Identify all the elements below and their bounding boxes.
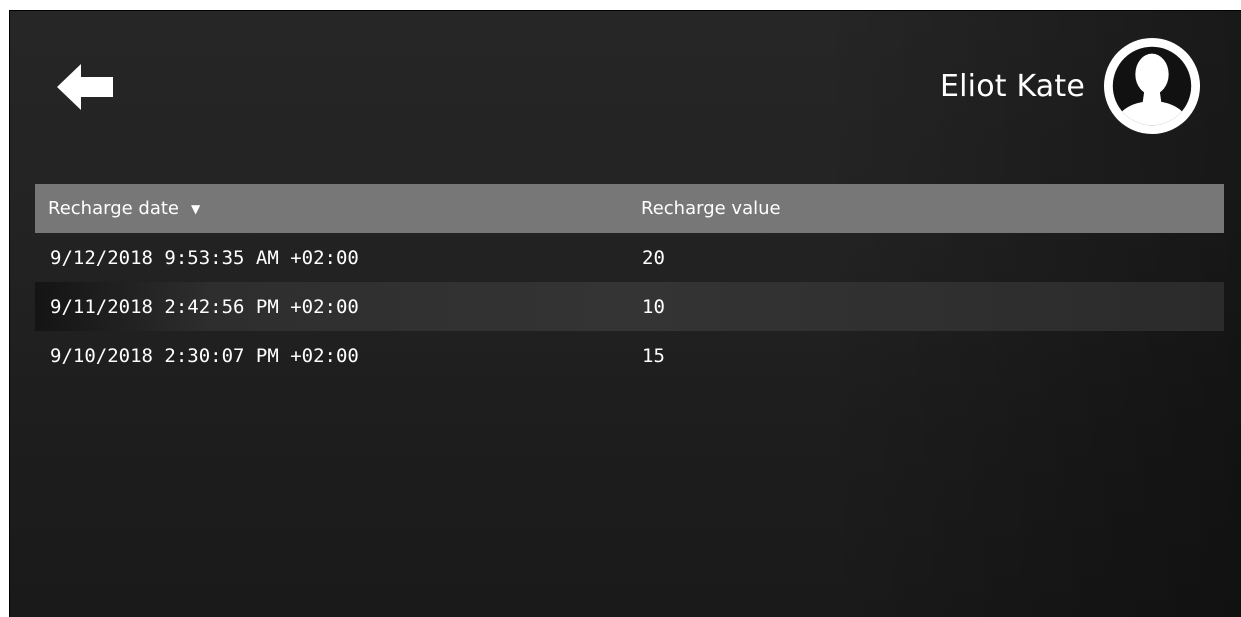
column-label: Recharge date (48, 198, 180, 219)
recharge-table: Recharge date ▼ Recharge value 9/12/2018… (35, 184, 1224, 380)
column-header-recharge-value[interactable]: Recharge value (631, 198, 1224, 219)
table-row[interactable]: 9/12/2018 9:53:35 AM +02:00 20 (35, 233, 1224, 282)
arrow-left-icon (57, 64, 113, 110)
table-row[interactable]: 9/10/2018 2:30:07 PM +02:00 15 (35, 331, 1224, 380)
recharge-date-cell: 9/10/2018 2:30:07 PM +02:00 (50, 344, 359, 367)
sort-down-icon: ▼ (191, 201, 201, 216)
table-header: Recharge date ▼ Recharge value (35, 184, 1224, 233)
table-row[interactable]: 9/11/2018 2:42:56 PM +02:00 10 (35, 282, 1224, 331)
recharge-value-cell: 10 (642, 295, 665, 318)
user-avatar-icon[interactable] (1103, 37, 1201, 135)
recharge-value-cell: 15 (642, 344, 665, 367)
recharge-history-screen: Eliot Kate Recharge date ▼ Recharge valu… (9, 10, 1241, 617)
recharge-value-cell: 20 (642, 246, 665, 269)
recharge-date-cell: 9/12/2018 9:53:35 AM +02:00 (50, 246, 359, 269)
column-label: Recharge value (641, 198, 781, 219)
user-profile[interactable]: Eliot Kate (940, 36, 1201, 136)
back-button[interactable] (57, 64, 113, 110)
column-header-recharge-date[interactable]: Recharge date ▼ (35, 198, 631, 219)
user-name: Eliot Kate (939, 68, 1085, 104)
recharge-date-cell: 9/11/2018 2:42:56 PM +02:00 (50, 295, 359, 318)
